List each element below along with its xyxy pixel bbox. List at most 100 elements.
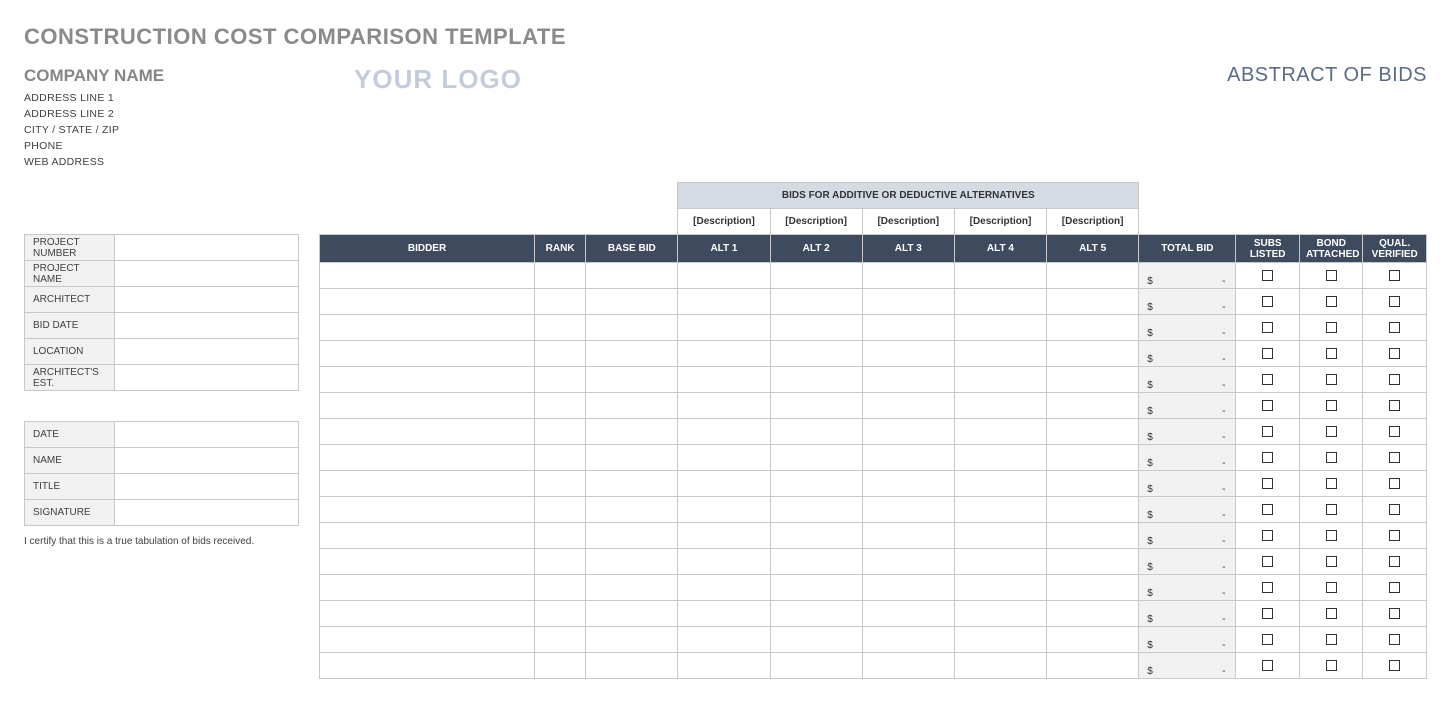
checkbox-icon[interactable]: [1326, 296, 1337, 307]
cell-alt[interactable]: [770, 549, 862, 575]
cell-alt[interactable]: [862, 471, 954, 497]
cell-alt[interactable]: [862, 523, 954, 549]
cell-alt[interactable]: [954, 497, 1046, 523]
cell-base-bid[interactable]: [586, 263, 678, 289]
cell-base-bid[interactable]: [586, 289, 678, 315]
cell-subs-listed[interactable]: [1236, 523, 1299, 549]
checkbox-icon[interactable]: [1389, 478, 1400, 489]
cell-subs-listed[interactable]: [1236, 263, 1299, 289]
value-name[interactable]: [115, 448, 299, 474]
value-project-name[interactable]: [115, 261, 299, 287]
cell-bond-attached[interactable]: [1299, 367, 1362, 393]
cell-bidder[interactable]: [320, 471, 535, 497]
checkbox-icon[interactable]: [1326, 608, 1337, 619]
cell-alt[interactable]: [678, 341, 770, 367]
cell-qual-verified[interactable]: [1363, 393, 1427, 419]
cell-bidder[interactable]: [320, 341, 535, 367]
cell-alt[interactable]: [862, 263, 954, 289]
cell-subs-listed[interactable]: [1236, 653, 1299, 679]
value-date[interactable]: [115, 422, 299, 448]
checkbox-icon[interactable]: [1262, 530, 1273, 541]
cell-alt[interactable]: [954, 575, 1046, 601]
checkbox-icon[interactable]: [1326, 452, 1337, 463]
cell-alt[interactable]: [770, 393, 862, 419]
cell-subs-listed[interactable]: [1236, 445, 1299, 471]
cell-base-bid[interactable]: [586, 549, 678, 575]
cell-subs-listed[interactable]: [1236, 341, 1299, 367]
cell-subs-listed[interactable]: [1236, 471, 1299, 497]
checkbox-icon[interactable]: [1326, 530, 1337, 541]
cell-rank[interactable]: [535, 289, 586, 315]
cell-alt[interactable]: [862, 289, 954, 315]
cell-alt[interactable]: [862, 497, 954, 523]
checkbox-icon[interactable]: [1262, 660, 1273, 671]
checkbox-icon[interactable]: [1389, 608, 1400, 619]
cell-rank[interactable]: [535, 523, 586, 549]
checkbox-icon[interactable]: [1389, 270, 1400, 281]
cell-subs-listed[interactable]: [1236, 315, 1299, 341]
cell-subs-listed[interactable]: [1236, 575, 1299, 601]
cell-alt[interactable]: [770, 445, 862, 471]
cell-qual-verified[interactable]: [1363, 445, 1427, 471]
cell-base-bid[interactable]: [586, 627, 678, 653]
checkbox-icon[interactable]: [1262, 634, 1273, 645]
cell-alt[interactable]: [954, 367, 1046, 393]
cell-alt[interactable]: [954, 627, 1046, 653]
cell-alt[interactable]: [954, 653, 1046, 679]
cell-alt[interactable]: [770, 497, 862, 523]
cell-alt[interactable]: [770, 367, 862, 393]
checkbox-icon[interactable]: [1262, 452, 1273, 463]
cell-alt[interactable]: [954, 523, 1046, 549]
cell-subs-listed[interactable]: [1236, 393, 1299, 419]
checkbox-icon[interactable]: [1389, 452, 1400, 463]
cell-bond-attached[interactable]: [1299, 263, 1362, 289]
checkbox-icon[interactable]: [1326, 270, 1337, 281]
cell-qual-verified[interactable]: [1363, 289, 1427, 315]
cell-subs-listed[interactable]: [1236, 549, 1299, 575]
cell-base-bid[interactable]: [586, 601, 678, 627]
cell-alt[interactable]: [678, 367, 770, 393]
cell-bidder[interactable]: [320, 627, 535, 653]
cell-alt[interactable]: [1047, 263, 1139, 289]
cell-bidder[interactable]: [320, 549, 535, 575]
cell-bond-attached[interactable]: [1299, 289, 1362, 315]
checkbox-icon[interactable]: [1262, 270, 1273, 281]
cell-base-bid[interactable]: [586, 523, 678, 549]
value-architect[interactable]: [115, 287, 299, 313]
cell-alt[interactable]: [862, 445, 954, 471]
cell-base-bid[interactable]: [586, 367, 678, 393]
checkbox-icon[interactable]: [1389, 634, 1400, 645]
value-architects-est[interactable]: [115, 365, 299, 391]
cell-qual-verified[interactable]: [1363, 471, 1427, 497]
cell-alt[interactable]: [862, 419, 954, 445]
cell-alt[interactable]: [862, 393, 954, 419]
cell-base-bid[interactable]: [586, 575, 678, 601]
cell-alt[interactable]: [678, 575, 770, 601]
checkbox-icon[interactable]: [1389, 530, 1400, 541]
cell-bond-attached[interactable]: [1299, 523, 1362, 549]
cell-alt[interactable]: [1047, 445, 1139, 471]
cell-base-bid[interactable]: [586, 419, 678, 445]
cell-alt[interactable]: [1047, 289, 1139, 315]
checkbox-icon[interactable]: [1389, 504, 1400, 515]
cell-alt[interactable]: [678, 393, 770, 419]
cell-alt[interactable]: [862, 315, 954, 341]
cell-rank[interactable]: [535, 549, 586, 575]
cell-alt[interactable]: [770, 601, 862, 627]
cell-alt[interactable]: [678, 289, 770, 315]
cell-subs-listed[interactable]: [1236, 289, 1299, 315]
cell-alt[interactable]: [678, 445, 770, 471]
cell-bidder[interactable]: [320, 497, 535, 523]
checkbox-icon[interactable]: [1326, 504, 1337, 515]
checkbox-icon[interactable]: [1389, 322, 1400, 333]
cell-bond-attached[interactable]: [1299, 627, 1362, 653]
cell-bond-attached[interactable]: [1299, 653, 1362, 679]
cell-subs-listed[interactable]: [1236, 497, 1299, 523]
checkbox-icon[interactable]: [1326, 634, 1337, 645]
checkbox-icon[interactable]: [1326, 374, 1337, 385]
checkbox-icon[interactable]: [1326, 426, 1337, 437]
cell-qual-verified[interactable]: [1363, 523, 1427, 549]
cell-alt[interactable]: [862, 575, 954, 601]
cell-bidder[interactable]: [320, 367, 535, 393]
cell-alt[interactable]: [1047, 393, 1139, 419]
